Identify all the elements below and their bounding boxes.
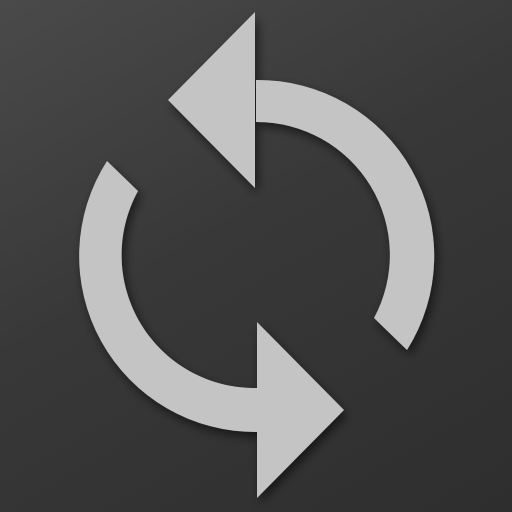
- refresh-app-icon[interactable]: [0, 0, 512, 512]
- upper-arc: [256, 79, 435, 350]
- right-arrowhead: [257, 322, 344, 498]
- refresh-icon: [79, 12, 435, 498]
- left-arrowhead: [168, 12, 255, 188]
- lower-arc: [79, 161, 257, 433]
